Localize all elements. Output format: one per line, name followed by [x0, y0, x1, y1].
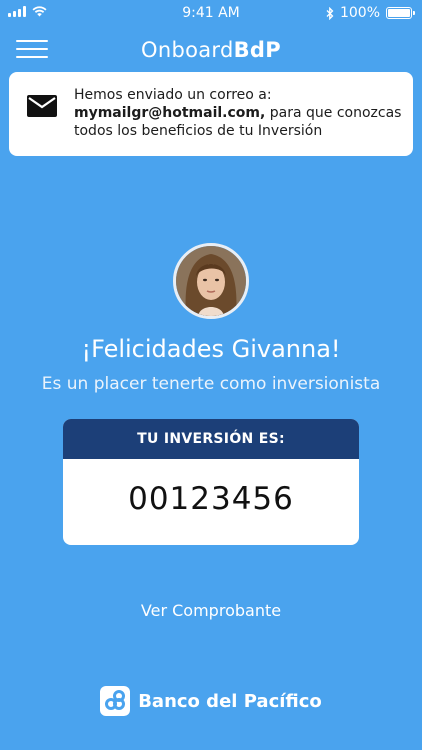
congrats-subtitle: Es un placer tenerte como inversionista — [41, 374, 381, 394]
bank-footer: Banco del Pacífico — [0, 686, 422, 716]
bluetooth-icon — [326, 6, 334, 20]
status-bar: 9:41 AM 100% — [0, 0, 422, 28]
bank-name: Banco del Pacífico — [138, 690, 322, 712]
bank-logo-icon — [100, 686, 131, 716]
view-receipt-link[interactable]: Ver Comprobante — [0, 601, 422, 620]
investment-label: TU INVERSIÓN ES: — [63, 419, 359, 459]
investment-card: TU INVERSIÓN ES: 00123456 — [63, 419, 359, 545]
battery-icon — [386, 7, 415, 19]
investment-number: 00123456 — [128, 481, 294, 517]
app-title-brand: BdP — [233, 38, 281, 62]
notice-line-3: todos los beneficios de tu Inversión — [74, 123, 323, 139]
notice-line-1: Hemos enviado un correo a: — [74, 87, 272, 103]
battery-percent: 100% — [339, 5, 380, 21]
mail-icon — [27, 95, 57, 117]
notice-line-2: mymailgr@hotmail.com, para que conozcas — [74, 104, 404, 122]
notice-line-2-rest: para que conozcas — [265, 105, 402, 121]
avatar — [173, 243, 249, 319]
status-right: 100% — [326, 5, 415, 21]
notice-text: Hemos enviado un correo a: mymailgr@hotm… — [74, 86, 404, 140]
app-title-prefix: Onboard — [141, 38, 234, 62]
congrats-title: ¡Felicidades Givanna! — [81, 335, 341, 363]
notice-email: mymailgr@hotmail.com, — [74, 105, 266, 121]
app-title: OnboardBdP — [0, 38, 422, 62]
email-notice-card: Hemos enviado un correo a: mymailgr@hotm… — [9, 72, 413, 156]
